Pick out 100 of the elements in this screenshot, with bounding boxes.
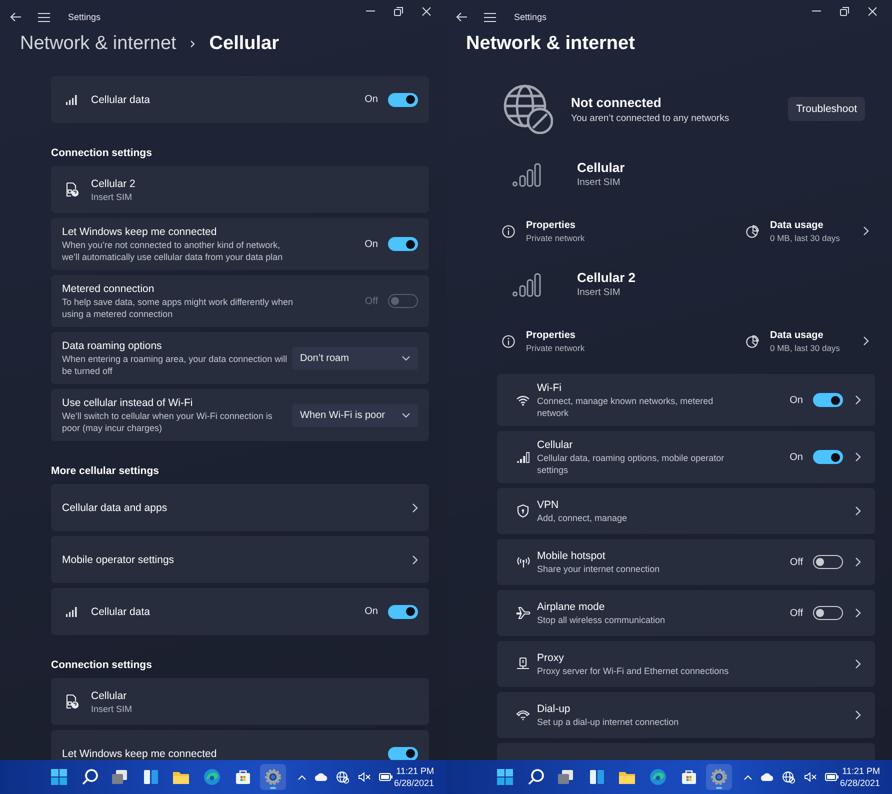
pie-chart-icon (746, 334, 759, 348)
settings-link-card[interactable]: VPN Add, connect, manage (497, 488, 875, 534)
app-title: Settings (68, 12, 101, 22)
connection-name: Cellular (577, 160, 625, 176)
setting-description: When entering a roaming area, your data connection will be turned off (62, 353, 288, 377)
toggle-switch[interactable] (388, 604, 418, 618)
setting-description: We’ll switch to cellular when your Wi-Fi connection is poor (may incur charges) (62, 410, 274, 434)
settings-card[interactable]: Cellular Insert SIM (51, 678, 429, 725)
chevron-icon (412, 554, 418, 564)
globe-icon[interactable] (336, 770, 350, 784)
properties-value: Private network (526, 342, 585, 354)
chevron-icon (855, 395, 861, 405)
chevron-up-icon[interactable] (744, 774, 752, 780)
setting-title: Cellular (91, 688, 128, 702)
properties-label: Properties (526, 328, 576, 342)
setting-description: Stop all wireless communication (537, 614, 666, 626)
chevron-icon (855, 659, 861, 669)
menu-icon[interactable] (484, 12, 496, 22)
properties-link[interactable]: Properties Private network (502, 328, 746, 354)
restore-icon[interactable] (394, 6, 402, 16)
minimize-icon[interactable] (366, 10, 374, 12)
clock-date[interactable]: 6/28/2021 (840, 777, 880, 789)
menu-icon[interactable] (38, 12, 50, 22)
shield-icon (517, 504, 529, 518)
toggle-switch[interactable] (388, 746, 418, 760)
setting-description: Cellular data, roaming options, mobile operator settings (537, 452, 726, 476)
properties-label: Properties (526, 218, 576, 232)
clock-time[interactable]: 11:21 PM (396, 765, 434, 777)
back-icon[interactable] (456, 12, 468, 22)
toggle-state-label: On (790, 394, 803, 406)
back-icon[interactable] (10, 12, 22, 22)
settings-link-card[interactable]: Mobile hotspot Share your internet connection Off (497, 539, 875, 585)
settings-link-card[interactable]: Dial-up Set up a dial-up internet connection (497, 692, 875, 738)
settings-icon[interactable] (260, 764, 286, 790)
connection-status: Insert SIM (577, 176, 622, 190)
settings-link-card[interactable]: Wi-Fi Connect, manage known networks, metered network On (497, 374, 875, 426)
minimize-icon[interactable] (812, 10, 820, 12)
settings-card[interactable]: Cellular 2 Insert SIM (51, 166, 429, 213)
chevron-icon (855, 710, 861, 720)
chevron-icon (855, 557, 861, 567)
section-heading: More cellular settings (51, 464, 160, 479)
setting-description: Connect, manage known networks, metered network (537, 395, 714, 419)
usage-value: 0 MB, last 30 days (770, 342, 840, 354)
settings-link-card[interactable]: Proxy Proxy server for Wi-Fi and Ethernet connections (497, 641, 875, 687)
connection-name: Cellular 2 (577, 270, 636, 286)
setting-title: Metered connection (62, 282, 156, 296)
status-message: You aren’t connected to any networks (571, 112, 730, 124)
close-icon[interactable] (868, 6, 876, 16)
setting-subtitle: Insert SIM (91, 190, 134, 202)
chevron-down-icon (402, 356, 410, 360)
data-usage-link[interactable]: Data usage 0 MB, last 30 days (746, 328, 869, 354)
toggle-switch[interactable] (813, 450, 843, 464)
setting-title: Mobile operator settings (62, 552, 174, 566)
toggle-switch[interactable] (813, 393, 843, 407)
cloud-icon[interactable] (314, 773, 328, 781)
chevron-icon (855, 608, 861, 618)
troubleshoot-button[interactable]: Troubleshoot (788, 97, 865, 121)
wifi-icon (516, 394, 530, 406)
dropdown[interactable]: When Wi-Fi is poor (292, 404, 418, 426)
speaker-muted-icon[interactable] (358, 772, 372, 782)
dropdown[interactable]: Don’t roam (292, 346, 418, 370)
properties-link[interactable]: Properties Private network (502, 218, 746, 244)
setting-description: Add, connect, manage (537, 512, 628, 524)
chevron-down-icon (402, 412, 410, 418)
toggle-state-label: On (790, 452, 803, 462)
toggle-switch[interactable] (388, 92, 418, 106)
pie-chart-icon (746, 224, 759, 238)
data-usage-link[interactable]: Data usage 0 MB, last 30 days (746, 218, 869, 244)
clock-date[interactable]: 6/28/2021 (394, 777, 434, 789)
setting-title: Data roaming options (62, 339, 163, 353)
chevron-icon (855, 452, 861, 462)
toggle-state-label: Off (364, 296, 378, 306)
setting-title: Cellular data and apps (62, 500, 168, 514)
close-icon[interactable] (422, 6, 430, 16)
airplane-icon (516, 606, 530, 620)
globe-blocked-icon (503, 84, 553, 134)
toggle-switch[interactable] (388, 237, 418, 251)
restore-icon[interactable] (840, 6, 848, 16)
breadcrumb-link[interactable]: Network & internet (20, 32, 176, 56)
setting-description: Share your internet connection (537, 563, 660, 575)
battery-icon[interactable] (379, 773, 394, 781)
clock-time[interactable]: 11:21 PM (842, 765, 880, 777)
settings-link-card[interactable]: Cellular Cellular data, roaming options, mobile operator settings On (497, 431, 875, 483)
settings-link-card[interactable]: Mobile operator settings (51, 536, 429, 583)
cloud-icon[interactable] (760, 773, 774, 781)
usage-value: 0 MB, last 30 days (770, 232, 840, 244)
setting-title: Cellular data (91, 92, 150, 106)
setting-title: VPN (537, 498, 560, 512)
setting-subtitle: Insert SIM (91, 702, 132, 714)
signal-icon (512, 273, 543, 297)
settings-link-card[interactable]: Cellular data and apps (51, 484, 429, 531)
settings-link-card[interactable]: Airplane mode Stop all wireless communication Off (497, 590, 875, 636)
settings-icon[interactable] (706, 764, 732, 790)
info-icon (502, 334, 515, 348)
chevron-up-icon[interactable] (298, 774, 306, 780)
setting-title: Wi-Fi (537, 381, 562, 395)
section-heading: Connection settings (51, 146, 153, 161)
globe-icon[interactable] (782, 770, 796, 784)
battery-icon[interactable] (825, 773, 840, 781)
speaker-muted-icon[interactable] (804, 772, 818, 782)
